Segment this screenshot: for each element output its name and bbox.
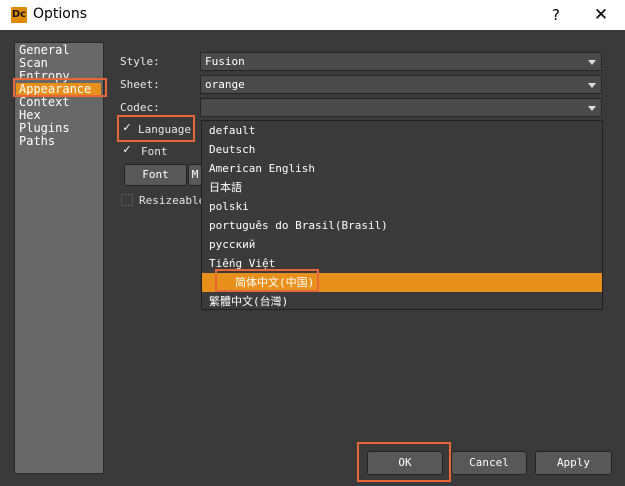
style-combo[interactable]: Fusion [200, 52, 602, 71]
sheet-value: orange [205, 78, 245, 91]
codec-label: Codec: [120, 101, 160, 114]
ok-button[interactable]: OK [367, 451, 443, 475]
resizeable-checkbox[interactable] [121, 194, 133, 206]
resizeable-label: Resizeable [139, 194, 206, 207]
language-option[interactable]: 日本語 [202, 178, 602, 197]
help-button[interactable]: ? [546, 4, 566, 26]
font-button[interactable]: Font [124, 164, 187, 186]
language-option[interactable]: Deutsch [202, 140, 602, 159]
chevron-down-icon [588, 83, 596, 88]
language-option[interactable]: русский [202, 235, 602, 254]
sheet-label: Sheet: [120, 78, 160, 91]
app-icon: Dc [11, 7, 27, 23]
language-option[interactable]: 繁體中文(台灣) [202, 292, 602, 311]
style-label: Style: [120, 55, 160, 68]
language-option[interactable]: default [202, 121, 602, 140]
language-label: Language: [138, 123, 198, 136]
codec-combo[interactable] [200, 98, 602, 117]
language-option[interactable]: American English [202, 159, 602, 178]
language-option[interactable]: português do Brasil(Brasil) [202, 216, 602, 235]
category-paths[interactable]: Paths [19, 135, 55, 148]
language-option[interactable]: Tiếng Việt [202, 254, 602, 273]
language-dropdown[interactable]: default Deutsch American English 日本語 pol… [201, 120, 603, 310]
chevron-down-icon [588, 60, 596, 65]
title-bar: Dc Options ? ✕ [0, 0, 625, 30]
close-button[interactable]: ✕ [588, 4, 614, 26]
window-title: Options [33, 6, 88, 22]
chevron-down-icon [588, 106, 596, 111]
sheet-combo[interactable]: orange [200, 75, 602, 94]
language-option-selected[interactable]: 简体中文(中国) [202, 273, 602, 292]
font-check-label: Font [141, 145, 168, 158]
language-checkbox[interactable]: ✓ [121, 122, 133, 134]
font-checkbox[interactable]: ✓ [121, 144, 133, 156]
mono-font-button[interactable]: M [188, 164, 202, 186]
cancel-button[interactable]: Cancel [451, 451, 527, 475]
apply-button[interactable]: Apply [535, 451, 612, 475]
language-option[interactable]: polski [202, 197, 602, 216]
category-list: General Scan Entropy Appearance Context … [14, 42, 104, 474]
style-value: Fusion [205, 55, 245, 68]
